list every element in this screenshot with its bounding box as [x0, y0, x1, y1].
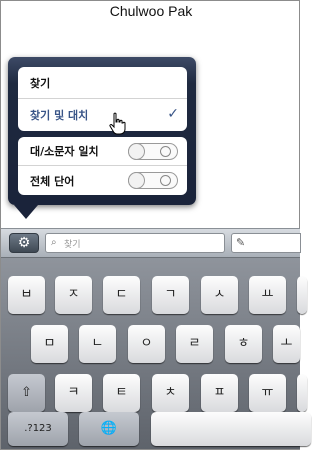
toggle-off-indicator-icon [160, 175, 171, 186]
popover-arrow [14, 205, 38, 219]
key-yo[interactable]: ㅛ [249, 276, 286, 314]
option-find[interactable]: 찾기 [18, 67, 187, 99]
globe-icon: 🌐 [100, 421, 118, 436]
shift-key[interactable]: ⇧ [8, 374, 45, 412]
find-options-group: 대/소문자 일치 전체 단어 [18, 137, 187, 195]
find-toolbar: ⚙ ⌕ 찾기 ✎ [1, 228, 301, 258]
key-digeut[interactable]: ㄷ [103, 276, 140, 314]
checkmark-icon: ✓ [167, 106, 179, 122]
option-whole-word: 전체 단어 [18, 166, 187, 195]
option-match-case-label: 대/소문자 일치 [30, 145, 99, 158]
option-whole-word-label: 전체 단어 [30, 174, 75, 188]
key-ieung[interactable]: ㅇ [128, 325, 165, 363]
key-hieut[interactable]: ㅎ [225, 325, 262, 363]
toggle-off-indicator-icon [160, 146, 171, 157]
key-chieut[interactable]: ㅊ [152, 374, 189, 412]
globe-key[interactable]: 🌐 [79, 412, 139, 446]
toggle-knob [128, 172, 145, 189]
option-find-replace[interactable]: 찾기 및 대치 ✓ [18, 99, 187, 131]
space-key[interactable] [151, 412, 311, 446]
search-icon: ⌕ [51, 237, 57, 248]
search-placeholder: 찾기 [64, 240, 81, 250]
key-o[interactable]: ㅗ [273, 325, 300, 363]
key-tieut[interactable]: ㅌ [103, 374, 140, 412]
key-partial-row3[interactable] [297, 374, 307, 412]
find-options-popover: 찾기 찾기 및 대치 ✓ 대/소문자 일치 전체 단어 [8, 57, 196, 205]
key-jieut[interactable]: ㅈ [55, 276, 92, 314]
hand-cursor-icon [109, 112, 126, 135]
search-input[interactable]: ⌕ 찾기 [45, 233, 225, 253]
key-giyeok[interactable]: ㄱ [152, 276, 189, 314]
key-siot[interactable]: ㅅ [201, 276, 238, 314]
key-rieul[interactable]: ㄹ [176, 325, 213, 363]
replace-input[interactable]: ✎ [231, 233, 301, 253]
numbers-key[interactable]: .?123 [8, 412, 68, 446]
shift-icon: ⇧ [21, 385, 32, 400]
gear-icon: ⚙ [17, 235, 31, 251]
option-match-case: 대/소문자 일치 [18, 137, 187, 166]
toggle-knob [128, 143, 145, 160]
find-mode-group: 찾기 찾기 및 대치 ✓ [18, 67, 187, 131]
find-options-button[interactable]: ⚙ [9, 233, 39, 253]
match-case-toggle[interactable] [128, 143, 178, 160]
whole-word-toggle[interactable] [128, 172, 178, 189]
option-find-label: 찾기 [30, 76, 51, 90]
key-yu[interactable]: ㅠ [249, 374, 286, 412]
author-label: Chulwoo Pak [109, 3, 193, 19]
key-bieup[interactable]: ㅂ [8, 276, 45, 314]
key-kieuk[interactable]: ㅋ [55, 374, 92, 412]
key-pieup[interactable]: ㅍ [201, 374, 238, 412]
option-find-replace-label: 찾기 및 대치 [30, 109, 89, 122]
korean-keyboard: ㅂ ㅈ ㄷ ㄱ ㅅ ㅛ ㅁ ㄴ ㅇ ㄹ ㅎ ㅗ ⇧ ㅋ ㅌ ㅊ ㅍ ㅠ .?12… [1, 258, 311, 449]
key-nieun[interactable]: ㄴ [79, 325, 116, 363]
key-partial-row1[interactable] [297, 276, 307, 314]
key-mieum[interactable]: ㅁ [31, 325, 68, 363]
pencil-icon: ✎ [236, 236, 246, 249]
